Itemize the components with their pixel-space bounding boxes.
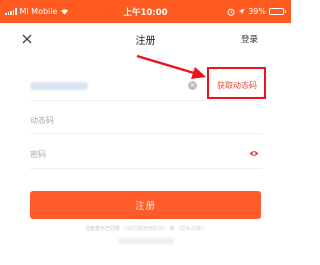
register-button[interactable]: 注册: [30, 191, 261, 219]
divider: [30, 133, 262, 134]
location-icon: [238, 8, 245, 15]
alarm-icon: [227, 8, 235, 16]
battery-percent: 39%: [248, 7, 266, 16]
login-link[interactable]: 登录: [241, 33, 258, 45]
bottom-text-blurred: [118, 238, 174, 244]
carrier-name: Mi Mobile: [19, 7, 58, 16]
password-field[interactable]: 密码: [30, 141, 262, 167]
divider: [30, 100, 262, 101]
phone-number-blurred: [30, 82, 88, 90]
code-placeholder: 动态码: [30, 116, 54, 125]
battery-icon: [269, 8, 286, 15]
divider: [30, 168, 262, 169]
clear-icon[interactable]: ×: [188, 81, 197, 90]
agreement-text-blurred[interactable]: 注册表示已同意 《58同城使用协议》 和 《隐私政策》: [0, 225, 291, 232]
navigation-bar: 注册 登录: [0, 23, 291, 57]
wifi-icon: [61, 9, 69, 15]
password-placeholder: 密码: [30, 150, 46, 159]
eye-icon[interactable]: [249, 150, 259, 157]
signal-icon: [5, 8, 17, 15]
annotation-highlight-box: [207, 67, 266, 99]
code-field[interactable]: 动态码: [30, 107, 262, 133]
status-bar: Mi Mobile 上午10:00 39%: [0, 0, 291, 23]
